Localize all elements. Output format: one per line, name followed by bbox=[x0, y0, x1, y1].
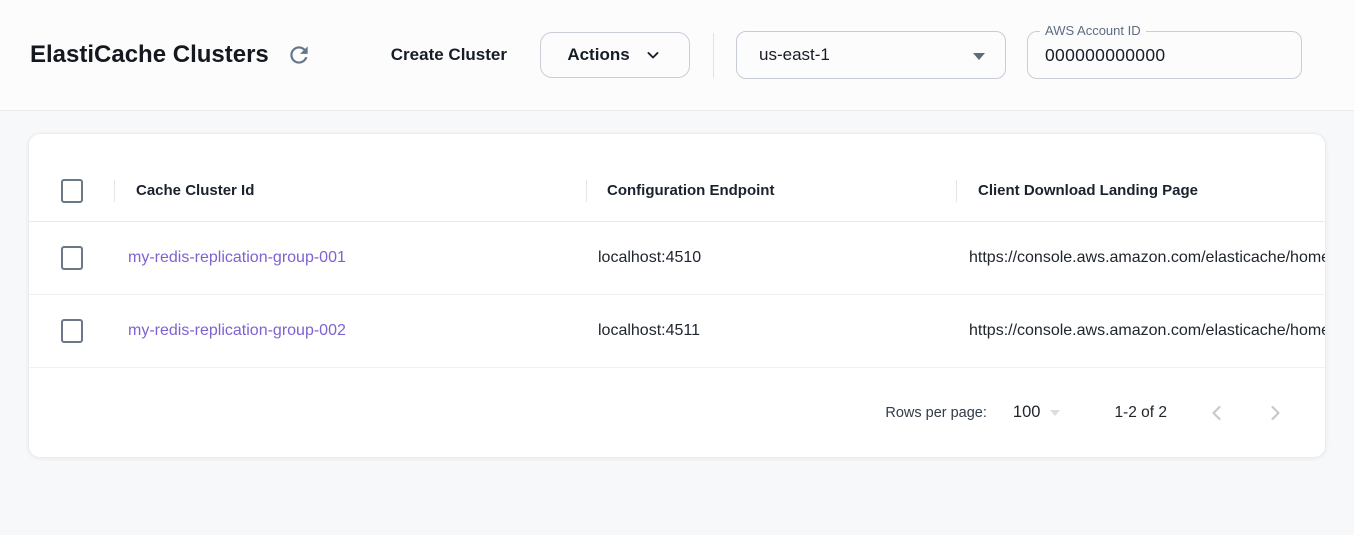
column-header-configuration-endpoint[interactable]: Configuration Endpoint bbox=[586, 182, 956, 199]
row-checkbox[interactable] bbox=[61, 246, 83, 270]
table-header-row: Cache Cluster Id Configuration Endpoint … bbox=[29, 160, 1325, 222]
cache-cluster-id-cell: my-redis-replication-group-001 bbox=[114, 249, 586, 267]
client-download-landing-page-cell: https://console.aws.amazon.com/elasticac… bbox=[956, 322, 1325, 340]
configuration-endpoint-cell: localhost:4511 bbox=[586, 322, 956, 340]
aws-account-id-input[interactable] bbox=[1028, 32, 1301, 78]
chevron-left-icon bbox=[1205, 401, 1229, 425]
rows-per-page-value: 100 bbox=[1013, 403, 1041, 422]
clusters-table-card: Cache Cluster Id Configuration Endpoint … bbox=[28, 133, 1326, 458]
actions-button[interactable]: Actions bbox=[540, 32, 690, 78]
cache-cluster-id-cell: my-redis-replication-group-002 bbox=[114, 322, 586, 340]
next-page-button[interactable] bbox=[1255, 393, 1295, 433]
caret-down-icon bbox=[973, 53, 985, 60]
chevron-right-icon bbox=[1263, 401, 1287, 425]
refresh-button[interactable] bbox=[283, 39, 315, 71]
chevron-down-icon bbox=[643, 45, 663, 65]
configuration-endpoint-cell: localhost:4510 bbox=[586, 249, 956, 267]
column-separator bbox=[586, 180, 587, 202]
table-row: my-redis-replication-group-002 localhost… bbox=[29, 295, 1325, 368]
page-title: ElastiCache Clusters bbox=[30, 41, 269, 69]
table-row: my-redis-replication-group-001 localhost… bbox=[29, 222, 1325, 295]
row-checkbox[interactable] bbox=[61, 319, 83, 343]
actions-button-label: Actions bbox=[567, 45, 629, 65]
column-header-client-download-landing-page[interactable]: Client Download Landing Page bbox=[956, 182, 1325, 199]
cluster-link[interactable]: my-redis-replication-group-001 bbox=[128, 249, 346, 266]
select-all-checkbox[interactable] bbox=[61, 179, 83, 203]
column-separator bbox=[956, 180, 957, 202]
pagination-range-label: 1-2 of 2 bbox=[1114, 404, 1167, 422]
aws-account-id-field: AWS Account ID bbox=[1027, 31, 1302, 79]
rows-per-page-select[interactable]: 100 bbox=[1013, 403, 1061, 422]
column-separator bbox=[114, 180, 115, 202]
cluster-link[interactable]: my-redis-replication-group-002 bbox=[128, 322, 346, 339]
row-checkbox-cell bbox=[29, 319, 114, 343]
aws-account-id-label: AWS Account ID bbox=[1040, 23, 1146, 38]
row-checkbox-cell bbox=[29, 246, 114, 270]
header-divider bbox=[713, 33, 714, 78]
header-checkbox-cell bbox=[29, 179, 114, 203]
rows-per-page-label: Rows per page: bbox=[885, 405, 987, 421]
region-selector[interactable]: us-east-1 bbox=[736, 31, 1006, 79]
refresh-icon bbox=[286, 42, 312, 68]
previous-page-button[interactable] bbox=[1197, 393, 1237, 433]
table-footer: Rows per page: 100 1-2 of 2 bbox=[29, 368, 1325, 457]
caret-down-icon bbox=[1050, 410, 1060, 416]
create-cluster-button[interactable]: Create Cluster bbox=[391, 45, 507, 65]
client-download-landing-page-cell: https://console.aws.amazon.com/elasticac… bbox=[956, 249, 1325, 267]
region-selector-value: us-east-1 bbox=[759, 45, 830, 65]
top-bar: ElastiCache Clusters Create Cluster Acti… bbox=[0, 0, 1354, 111]
column-header-cache-cluster-id[interactable]: Cache Cluster Id bbox=[114, 182, 586, 199]
